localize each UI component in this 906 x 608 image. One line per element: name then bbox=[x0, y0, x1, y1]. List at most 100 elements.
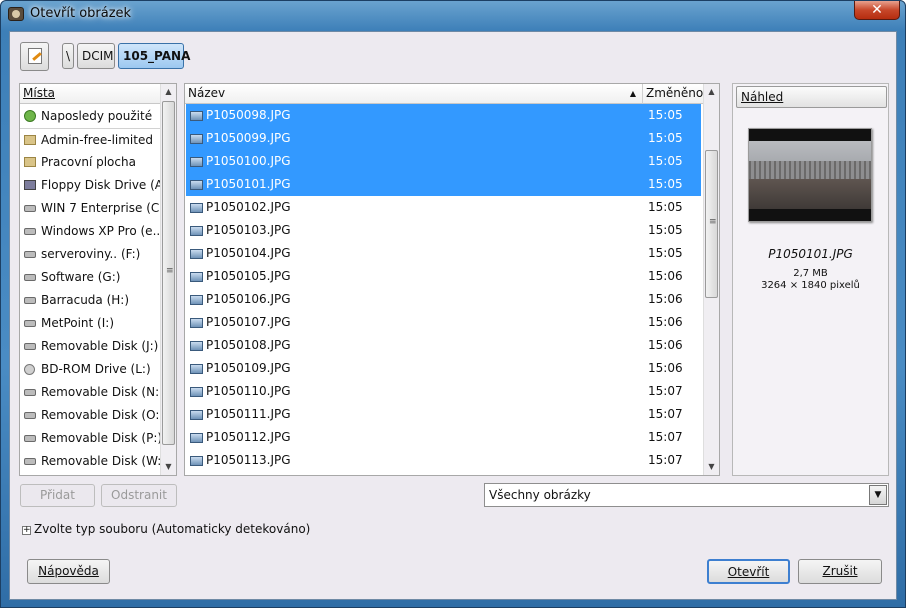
file-modified: 15:07 bbox=[648, 384, 683, 398]
file-name: P1050107.JPG bbox=[206, 315, 291, 329]
image-file-icon bbox=[190, 433, 203, 443]
column-header-modified[interactable]: Změněno bbox=[643, 84, 703, 104]
scroll-thumb[interactable] bbox=[705, 150, 718, 298]
file-name: P1050102.JPG bbox=[206, 200, 291, 214]
edit-location-icon bbox=[28, 48, 42, 64]
place-item[interactable]: Admin-free-limited bbox=[20, 128, 161, 151]
place-item[interactable]: BD-ROM Drive (L:) bbox=[20, 358, 161, 381]
place-label: WIN 7 Enterprise (C:) bbox=[41, 201, 161, 215]
breadcrumb-105-pana[interactable]: 105_PANA bbox=[118, 43, 190, 69]
file-row[interactable]: P1050101.JPG 15:05 bbox=[186, 173, 701, 196]
drive-icon bbox=[24, 458, 36, 465]
file-row[interactable]: P1050102.JPG 15:05 bbox=[186, 196, 701, 219]
place-item[interactable]: Floppy Disk Drive (A:) bbox=[20, 174, 161, 197]
places-scrollbar[interactable]: ▲ ▼ bbox=[160, 84, 176, 475]
image-file-icon bbox=[190, 410, 203, 420]
place-item[interactable]: serveroviny.. (F:) bbox=[20, 243, 161, 266]
title-bar[interactable]: Otevřít obrázek ✕ bbox=[1, 1, 905, 27]
place-item[interactable]: Removable Disk (O:) bbox=[20, 404, 161, 427]
place-label: serveroviny.. (F:) bbox=[41, 247, 141, 261]
place-label: Floppy Disk Drive (A:) bbox=[41, 178, 161, 192]
file-modified: 15:07 bbox=[648, 407, 683, 421]
scroll-up-icon[interactable]: ▲ bbox=[704, 84, 719, 100]
files-scrollbar[interactable]: ▲ ▼ bbox=[703, 84, 719, 475]
place-item[interactable]: Naposledy použité bbox=[20, 105, 161, 128]
place-item[interactable]: MetPoint (I:) bbox=[20, 312, 161, 335]
drive-icon bbox=[24, 435, 36, 442]
file-row[interactable]: P1050105.JPG 15:06 bbox=[186, 265, 701, 288]
window-title: Otevřít obrázek bbox=[30, 6, 132, 21]
drive-icon bbox=[24, 389, 36, 396]
file-row[interactable]: P1050109.JPG 15:06 bbox=[186, 357, 701, 380]
file-modified: 15:05 bbox=[648, 200, 683, 214]
place-item[interactable]: Removable Disk (P:) bbox=[20, 427, 161, 450]
scroll-down-icon[interactable]: ▼ bbox=[161, 459, 176, 475]
scroll-thumb[interactable] bbox=[162, 101, 175, 445]
file-row[interactable]: P1050100.JPG 15:05 bbox=[186, 150, 701, 173]
thumbnail-trees bbox=[749, 161, 871, 179]
file-modified: 15:06 bbox=[648, 315, 683, 329]
column-header-name[interactable]: Název ▲ bbox=[185, 84, 643, 104]
image-file-icon bbox=[190, 272, 203, 282]
place-item[interactable]: Software (G:) bbox=[20, 266, 161, 289]
file-row[interactable]: P1050106.JPG 15:06 bbox=[186, 288, 701, 311]
place-item[interactable]: WIN 7 Enterprise (C:) bbox=[20, 197, 161, 220]
place-item[interactable]: Removable Disk (N:) bbox=[20, 381, 161, 404]
file-row[interactable]: P1050104.JPG 15:05 bbox=[186, 242, 701, 265]
file-row[interactable]: P1050098.JPG 15:05 bbox=[186, 104, 701, 127]
place-item[interactable]: Removable Disk (J:) bbox=[20, 335, 161, 358]
file-name: P1050103.JPG bbox=[206, 223, 291, 237]
place-item[interactable]: Removable Disk (W:) bbox=[20, 450, 161, 473]
breadcrumb-dcim[interactable]: DCIM bbox=[77, 43, 115, 69]
file-modified: 15:05 bbox=[648, 246, 683, 260]
disc-icon bbox=[24, 364, 35, 375]
file-row[interactable]: P1050103.JPG 15:05 bbox=[186, 219, 701, 242]
file-row[interactable]: P1050107.JPG 15:06 bbox=[186, 311, 701, 334]
image-file-icon bbox=[190, 249, 203, 259]
image-file-icon bbox=[190, 318, 203, 328]
help-button[interactable]: Nápověda bbox=[27, 559, 110, 584]
file-modified: 15:05 bbox=[648, 223, 683, 237]
place-item[interactable]: Barracuda (H:) bbox=[20, 289, 161, 312]
place-label: Naposledy použité bbox=[41, 109, 153, 123]
file-row[interactable]: P1050099.JPG 15:05 bbox=[186, 127, 701, 150]
preview-header[interactable]: Náhled bbox=[736, 86, 887, 108]
gimp-app-icon bbox=[8, 7, 24, 21]
scroll-up-icon[interactable]: ▲ bbox=[161, 84, 176, 100]
file-row[interactable]: P1050112.JPG 15:07 bbox=[186, 426, 701, 449]
drive-icon bbox=[24, 205, 36, 212]
chevron-down-icon[interactable]: ▼ bbox=[869, 485, 887, 505]
breadcrumb-root[interactable]: \ bbox=[62, 43, 74, 69]
file-row[interactable]: P1050111.JPG 15:07 bbox=[186, 403, 701, 426]
cancel-button[interactable]: Zrušit bbox=[798, 559, 882, 584]
file-filter-select[interactable]: Všechny obrázky ▼ bbox=[484, 483, 889, 507]
preview-size: 2,7 MB bbox=[793, 268, 828, 279]
image-file-icon bbox=[190, 157, 203, 167]
remove-place-button[interactable]: Odstranit bbox=[101, 484, 177, 507]
scroll-down-icon[interactable]: ▼ bbox=[704, 459, 719, 475]
file-row[interactable]: P1050108.JPG 15:06 bbox=[186, 334, 701, 357]
close-button[interactable]: ✕ bbox=[854, 1, 900, 20]
preview-thumbnail bbox=[748, 128, 872, 222]
type-location-button[interactable] bbox=[20, 42, 49, 71]
file-name: P1050113.JPG bbox=[206, 453, 291, 467]
drive-icon bbox=[24, 228, 36, 235]
drive-icon bbox=[24, 297, 36, 304]
place-item[interactable]: Windows XP Pro (e... bbox=[20, 220, 161, 243]
image-file-icon bbox=[190, 134, 203, 144]
open-button[interactable]: Otevřít bbox=[707, 559, 790, 584]
place-label: Barracuda (H:) bbox=[41, 293, 130, 307]
file-row[interactable]: P1050110.JPG 15:07 bbox=[186, 380, 701, 403]
file-name: P1050105.JPG bbox=[206, 269, 291, 283]
file-modified: 15:07 bbox=[648, 430, 683, 444]
folder-icon bbox=[24, 135, 36, 145]
expand-icon[interactable]: + bbox=[22, 526, 31, 535]
file-name: P1050108.JPG bbox=[206, 338, 291, 352]
file-type-expander[interactable]: + Zvolte typ souboru (Automaticky detekov… bbox=[22, 521, 310, 537]
places-header[interactable]: Místa bbox=[20, 84, 160, 104]
place-item[interactable]: Pracovní plocha bbox=[20, 151, 161, 174]
place-label: Removable Disk (N:) bbox=[41, 385, 161, 399]
file-modified: 15:07 bbox=[648, 453, 683, 467]
add-place-button[interactable]: Přidat bbox=[20, 484, 95, 507]
file-row[interactable]: P1050113.JPG 15:07 bbox=[186, 449, 701, 472]
